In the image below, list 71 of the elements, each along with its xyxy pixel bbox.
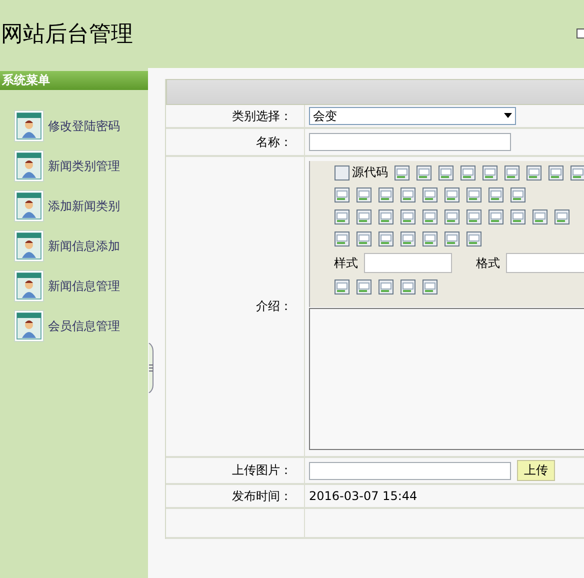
toolbar-icon[interactable] (488, 187, 504, 203)
sidebar-title: 系统菜单 (0, 71, 148, 90)
toolbar-icon[interactable] (444, 231, 460, 247)
site-title: 网站后台管理 (1, 21, 133, 49)
user-icon (14, 270, 44, 302)
toolbar-icon[interactable] (356, 279, 372, 295)
field-label: 介绍： (166, 157, 305, 456)
publish-time: 2016-03-07 15:44 (309, 489, 418, 503)
toolbar-icon[interactable] (422, 279, 438, 295)
toolbar-icon[interactable] (554, 209, 570, 225)
toolbar-icon[interactable] (422, 209, 438, 225)
toolbar-icon[interactable] (378, 187, 394, 203)
menu-item[interactable]: 新闻信息添加 (14, 230, 148, 262)
menu-item[interactable]: 添加新闻类别 (14, 190, 148, 222)
toolbar-icon[interactable] (356, 209, 372, 225)
upload-button[interactable]: 上传 (517, 460, 555, 481)
toolbar-icon[interactable] (334, 209, 350, 225)
toolbar-icon[interactable] (400, 279, 416, 295)
user-icon (14, 190, 44, 222)
toolbar-icon[interactable] (416, 164, 432, 180)
toolbar-icon[interactable] (356, 231, 372, 247)
source-button[interactable]: 源代码 (334, 164, 388, 181)
user-icon (14, 230, 44, 262)
toolbar-icon[interactable] (334, 187, 350, 203)
toolbar-icon[interactable] (356, 187, 372, 203)
toolbar-icon[interactable] (400, 231, 416, 247)
toolbar-icon[interactable] (570, 164, 584, 180)
toolbar-icon[interactable] (466, 209, 482, 225)
toolbar-icon[interactable] (510, 187, 526, 203)
toolbar-icon[interactable] (378, 231, 394, 247)
toolbar-icon[interactable] (504, 164, 520, 180)
user-icon (14, 110, 44, 142)
toolbar-icon[interactable] (466, 187, 482, 203)
toolbar-icon[interactable] (400, 209, 416, 225)
toolbar-icon[interactable] (526, 164, 542, 180)
field-label: 类别选择： (166, 105, 305, 127)
toolbar-icon[interactable] (378, 279, 394, 295)
field-label: 上传图片： (166, 458, 305, 483)
toolbar-icon[interactable] (488, 209, 504, 225)
menu-item[interactable]: 修改登陆密码 (14, 110, 148, 142)
menu-item[interactable]: 新闻信息管理 (14, 270, 148, 302)
toolbar-icon[interactable] (444, 209, 460, 225)
menu-item[interactable]: 会员信息管理 (14, 310, 148, 342)
menu-item[interactable]: 新闻类别管理 (14, 150, 148, 182)
toolbar-icon[interactable] (548, 164, 564, 180)
toolbar-icon[interactable] (438, 164, 454, 180)
toolbar-icon[interactable] (444, 187, 460, 203)
caret-icon (504, 113, 512, 119)
toolbar-icon[interactable] (378, 209, 394, 225)
upload-field[interactable] (309, 462, 511, 480)
user-icon (14, 150, 44, 182)
format-label: 格式 (476, 254, 500, 272)
toolbar-icon[interactable] (482, 164, 498, 180)
splitter-handle[interactable] (148, 343, 154, 393)
window-icon[interactable] (576, 27, 584, 41)
toolbar-icon[interactable] (400, 187, 416, 203)
toolbar-icon[interactable] (334, 231, 350, 247)
field-label: 发布时间： (166, 485, 305, 507)
toolbar-icon[interactable] (510, 209, 526, 225)
toolbar-icon[interactable] (460, 164, 476, 180)
toolbar-icon[interactable] (466, 231, 482, 247)
style-label: 样式 (334, 254, 358, 272)
toolbar-icon[interactable] (532, 209, 548, 225)
toolbar-icon[interactable] (422, 187, 438, 203)
field-label: 名称： (166, 129, 305, 155)
toolbar-icon[interactable] (394, 164, 410, 180)
toolbar-icon[interactable] (334, 279, 350, 295)
name-field[interactable] (309, 133, 511, 151)
toolbar-icon[interactable] (422, 231, 438, 247)
category-select[interactable]: 会变 (309, 107, 516, 125)
user-icon (14, 310, 44, 342)
